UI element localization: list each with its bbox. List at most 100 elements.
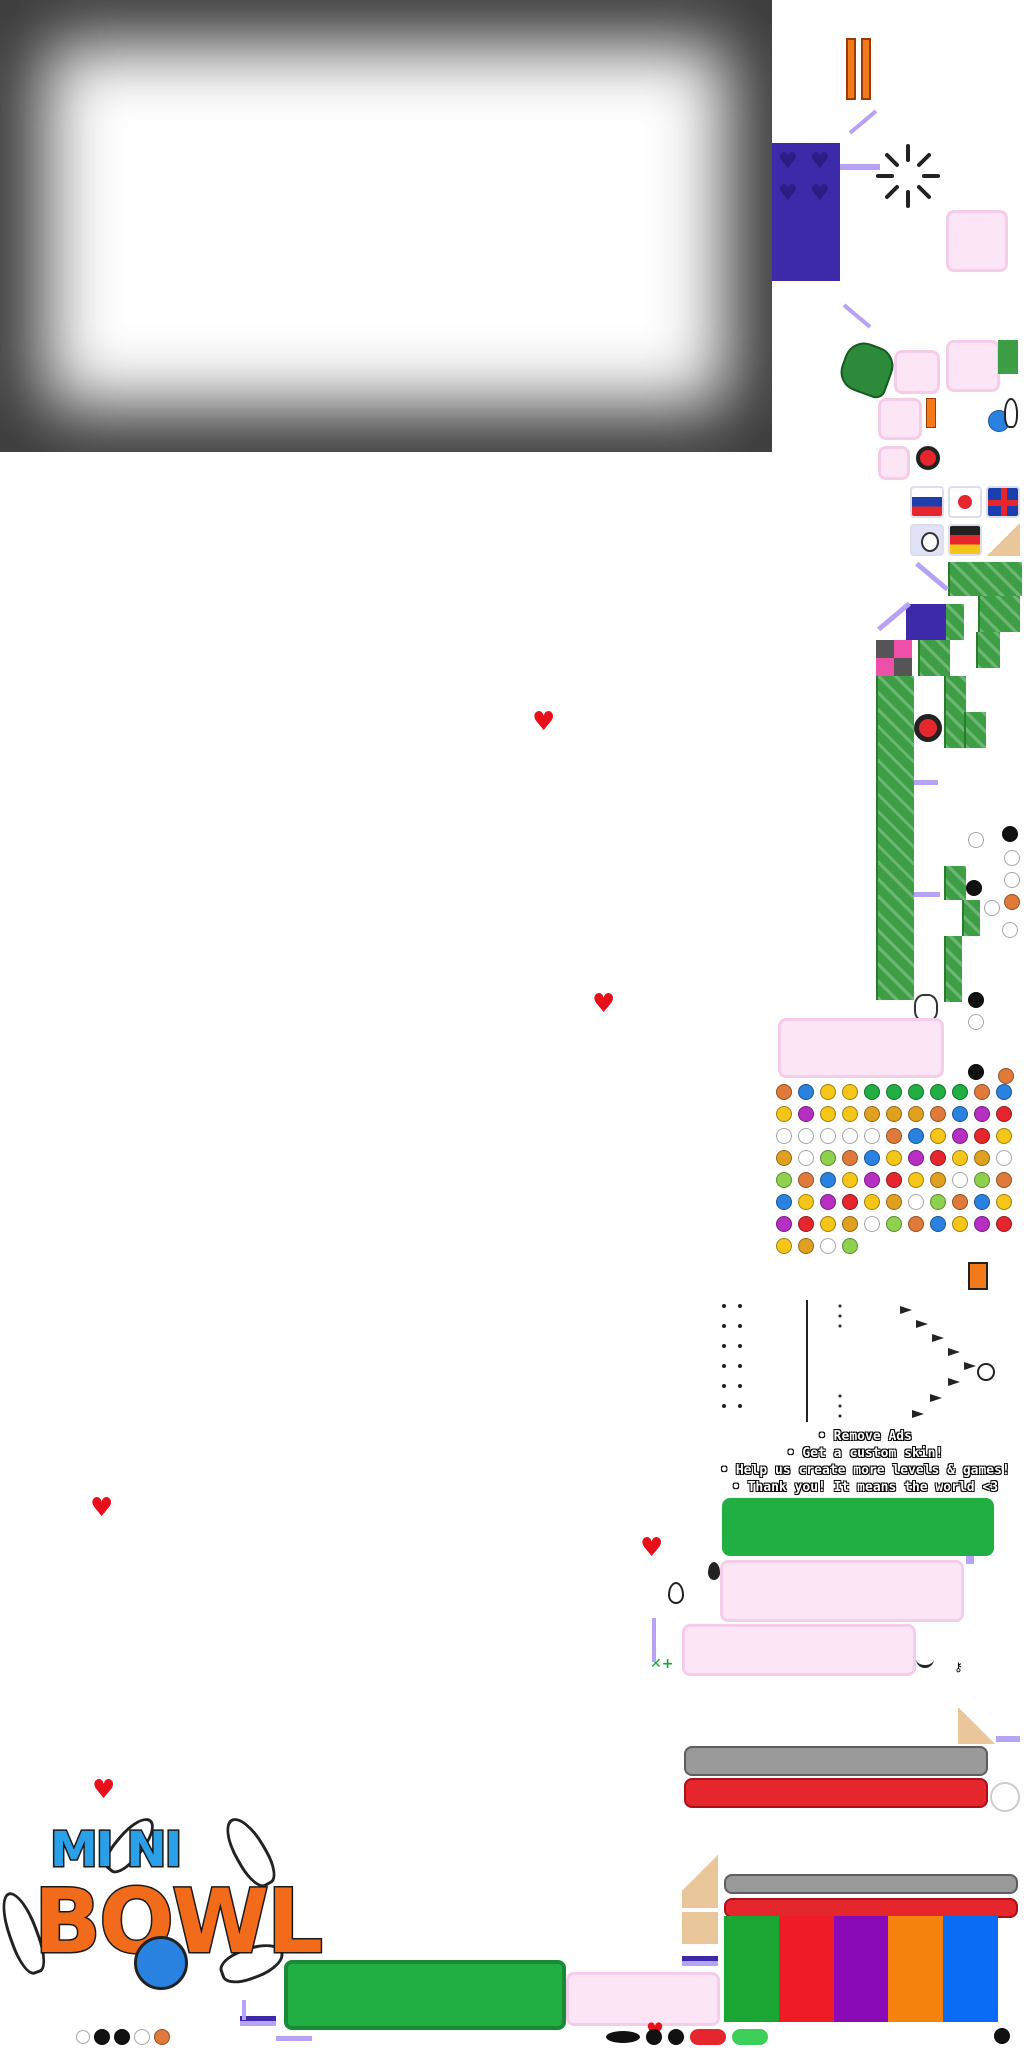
ball-skin-icon: [974, 1128, 990, 1144]
baseball-icon: [984, 900, 1000, 916]
ball-skin-icon: [798, 1194, 814, 1210]
ball-skin-icon: [820, 1216, 836, 1232]
supporter-perks: • Remove Ads • Get a custom skin! • Help…: [720, 1428, 1010, 1496]
sand-ramp: [682, 1838, 718, 1908]
heart-outline-icon: [76, 2030, 90, 2044]
ball-skin-icon: [820, 1194, 836, 1210]
pink-panel: [682, 1624, 916, 1676]
pause-button[interactable]: [846, 38, 874, 100]
grass-block: [944, 866, 966, 900]
bowling-ball-icon: [134, 1936, 188, 1990]
ball-skin-icon: [974, 1172, 990, 1188]
perk-line: • Thank you! It means the world <3: [731, 1480, 999, 1495]
bottom-ball-row: [76, 2028, 186, 2046]
green-button-large[interactable]: [284, 1960, 566, 2030]
german-flag-icon[interactable]: [948, 524, 982, 556]
russian-flag-icon[interactable]: [910, 486, 944, 518]
ball-skin-icon: [996, 1084, 1012, 1100]
pink-frame: [946, 210, 1008, 272]
ball-skin-icon: [864, 1106, 880, 1122]
pink-panel: [720, 1560, 964, 1622]
target-ring-icon: [914, 714, 942, 742]
ball-icon: [94, 2029, 110, 2045]
ball-skin-icon: [930, 1172, 946, 1188]
green-button[interactable]: [722, 1498, 994, 1556]
ball-skin-icon: [952, 1084, 968, 1100]
sand-ramp: [958, 1708, 996, 1744]
ball-skin-icon: [776, 1128, 792, 1144]
palette-swatch: [833, 1916, 889, 2022]
ball-skin-icon: [776, 1106, 792, 1122]
basketball-icon: [998, 1068, 1014, 1084]
smile-icon: [916, 1656, 934, 1668]
eight-ball-icon: [994, 2028, 1010, 2044]
red-bar: [724, 1898, 1018, 1918]
key-icon: ⚷: [954, 1660, 963, 1674]
ink-drop-icon: [708, 1562, 720, 1580]
grass-tile: [998, 340, 1018, 374]
baseball-icon: [968, 832, 984, 848]
ball-skin-icon: [886, 1216, 902, 1232]
ball-skin-icon: [930, 1150, 946, 1166]
bowling-pin-icon: [1004, 398, 1018, 428]
ball-skin-icon: [886, 1128, 902, 1144]
diagonal-stroke: [848, 109, 878, 135]
ball-skin-icon: [952, 1150, 968, 1166]
toggle-on-icon[interactable]: [732, 2029, 768, 2045]
blue-tile: [906, 604, 946, 640]
chef-icon[interactable]: [910, 524, 944, 556]
ball-skin-icon: [908, 1150, 924, 1166]
pink-frame: [946, 340, 1000, 392]
grass-block: [964, 712, 986, 748]
perk-line: • Remove Ads: [818, 1429, 912, 1444]
ball-skin-icon: [908, 1128, 924, 1144]
ball-skin-icon: [798, 1172, 814, 1188]
heart-icon: ♥: [778, 149, 798, 174]
ball-skin-icon: [930, 1084, 946, 1100]
eight-ball-icon: [968, 1064, 984, 1080]
ball-skin-icon: [776, 1172, 792, 1188]
ball-skin-icon: [930, 1128, 946, 1144]
grass-column-tall: [876, 676, 914, 1000]
ball-skin-grid: [776, 1084, 1018, 1260]
red-dot-icon[interactable]: [948, 486, 982, 518]
corner-stroke: [276, 2036, 312, 2041]
brush-icon: [968, 1262, 988, 1290]
dark-stripe: [682, 1956, 718, 1966]
ball-skin-icon: [974, 1194, 990, 1210]
ball-skin-icon: [842, 1106, 858, 1122]
grey-bar: [684, 1746, 988, 1776]
ball-skin-icon: [798, 1128, 814, 1144]
ball-skin-icon: [820, 1106, 836, 1122]
glove-icon: [834, 336, 900, 402]
ball-skin-icon: [974, 1216, 990, 1232]
ball-skin-icon: [820, 1238, 836, 1254]
ball-skin-icon: [952, 1172, 968, 1188]
ball-skin-icon: [908, 1194, 924, 1210]
sand-ramp: [986, 524, 1020, 556]
heart-icon: ♥: [810, 149, 830, 174]
ball-icon: [114, 2029, 130, 2045]
baseball-icon: [134, 2029, 150, 2045]
grass-block: [978, 596, 1020, 632]
ball-icon: [668, 2029, 684, 2045]
heart-icon: ♥: [778, 181, 798, 206]
perk-line: • Help us create more levels & games!: [720, 1463, 1010, 1478]
ball-skin-icon: [952, 1106, 968, 1122]
ball-icon: [1002, 826, 1018, 842]
toggle-off-icon[interactable]: [690, 2029, 726, 2045]
uk-flag-icon[interactable]: [986, 486, 1020, 518]
ball-skin-icon: [842, 1238, 858, 1254]
basketball-icon: [1004, 894, 1020, 910]
ball-skin-icon: [886, 1172, 902, 1188]
ball-skin-icon: [886, 1084, 902, 1100]
corner-stroke: [914, 780, 938, 785]
ball-skin-icon: [864, 1084, 880, 1100]
ball-skin-icon: [842, 1150, 858, 1166]
ball-skin-icon: [842, 1172, 858, 1188]
heart-icon: ♥: [90, 1493, 114, 1523]
ball-skin-icon: [908, 1216, 924, 1232]
ball-skin-icon: [820, 1084, 836, 1100]
pause-bar-right: [861, 38, 871, 100]
ball-skin-icon: [952, 1128, 968, 1144]
